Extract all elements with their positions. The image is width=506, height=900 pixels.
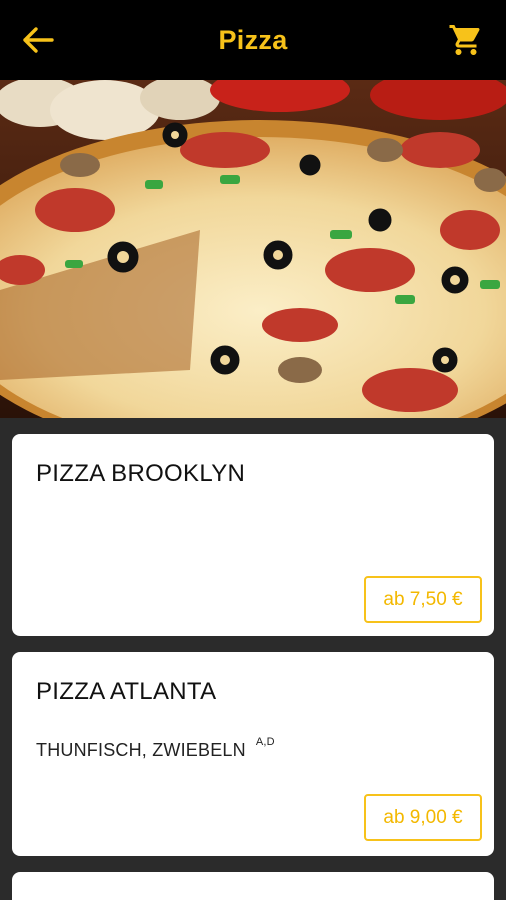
shopping-cart-icon (449, 25, 480, 55)
menu-item-description: THUNFISCH, ZWIEBELN A,D (36, 736, 275, 761)
menu-item-name: PIZZA BROOKLYN (36, 460, 246, 487)
back-button[interactable] (18, 22, 58, 58)
menu-list: PIZZA BROOKLYN ab 7,50 € PIZZA ATLANTA T… (0, 418, 506, 900)
cart-button[interactable] (446, 20, 486, 60)
arrow-left-icon (23, 27, 54, 53)
pizza-photo (0, 80, 506, 418)
menu-item-card[interactable]: PIZZA ATLANTA THUNFISCH, ZWIEBELN A,D ab … (12, 652, 494, 856)
menu-item-name: PIZZA ATLANTA (36, 678, 217, 705)
price-button[interactable]: ab 9,00 € (364, 794, 482, 841)
app-header: Pizza (0, 0, 506, 80)
description-text: THUNFISCH, ZWIEBELN (36, 740, 246, 760)
menu-item-card[interactable]: PIZZA BROOKLYN ab 7,50 € (12, 434, 494, 636)
menu-item-card[interactable] (12, 872, 494, 900)
page-title: Pizza (218, 24, 288, 55)
allergen-codes: A,D (255, 736, 275, 748)
price-button[interactable]: ab 7,50 € (364, 576, 482, 623)
hero-image (0, 80, 506, 418)
